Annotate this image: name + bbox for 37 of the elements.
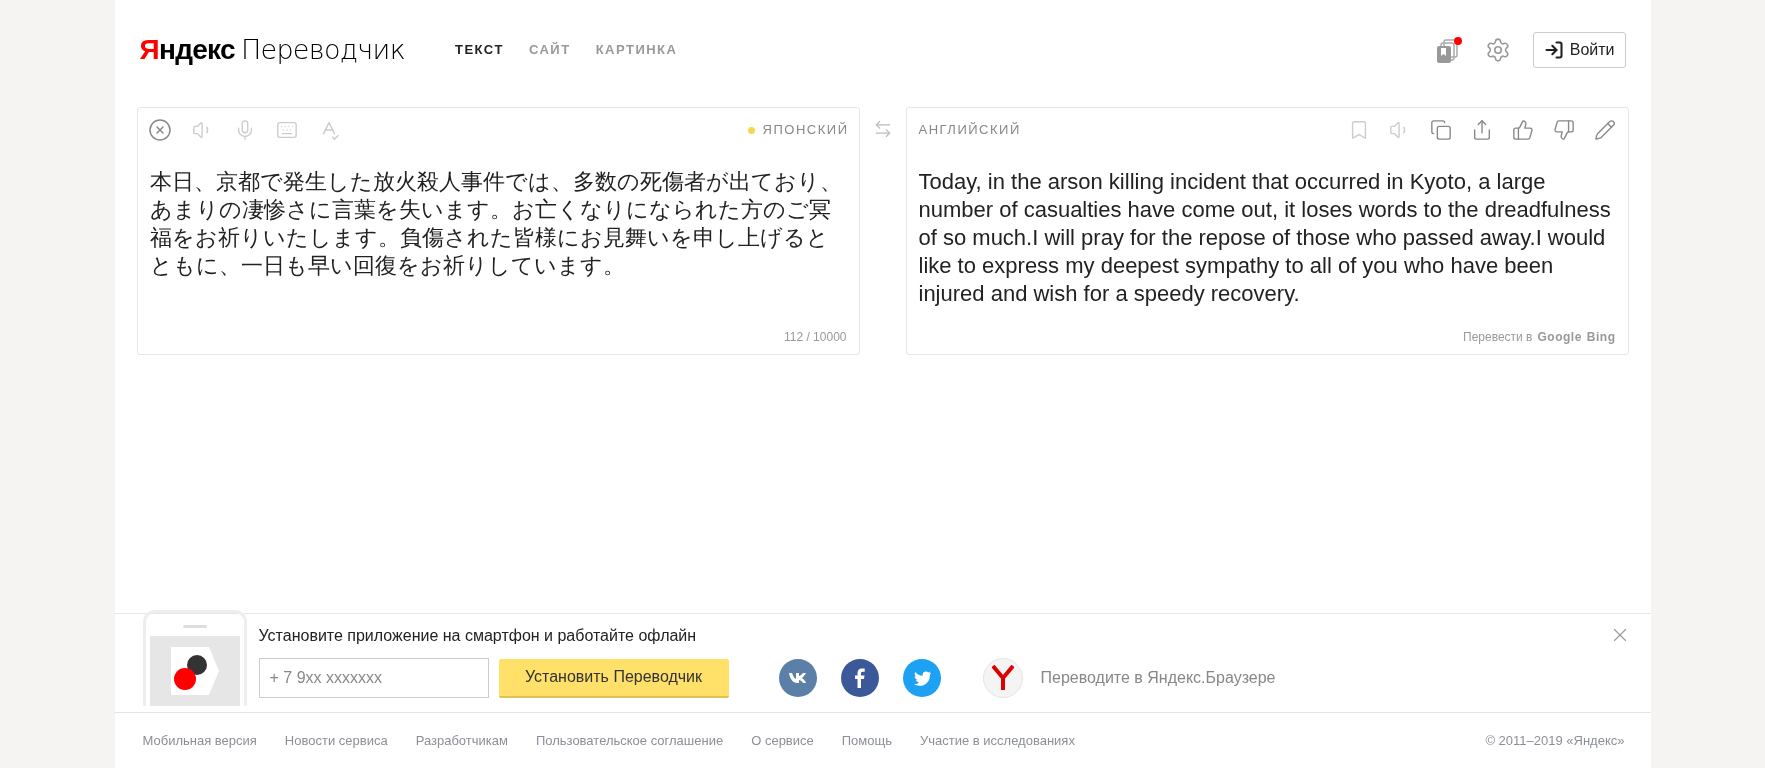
phone-input[interactable]: + 7 9xx xxxxxxx [258,658,489,698]
logo[interactable]: Яндекс Переводчик [139,35,405,64]
collections-icon[interactable] [1434,35,1463,64]
settings-icon[interactable] [1484,36,1511,63]
browser-logo-icon[interactable] [982,658,1023,698]
nav-tab[interactable]: ТЕКСТ [455,39,504,60]
translate-in-label: Перевести в [1463,329,1533,346]
facebook-icon[interactable] [840,659,879,697]
char-counter: 112 / 10000 [783,329,848,346]
footer-link[interactable]: Участие в исследованиях [920,730,1075,751]
target-language[interactable]: АНГЛИЙСКИЙ [918,120,1021,140]
footer-link[interactable]: Помощь [841,730,892,751]
footer-link[interactable]: О сервисе [751,730,814,751]
source-language[interactable]: ЯПОНСКИЙ [762,120,849,140]
nav-tab[interactable]: КАРТИНКА [595,39,678,60]
engine-link[interactable]: Google [1537,328,1582,346]
clear-icon[interactable] [147,118,172,142]
source-text[interactable]: 本日、京都で発生した放火殺人事件では、多数の死傷者が出ており、あまりの凄惨さに言葉を失います。お亡くなりになられた方のご冥福をお祈りいたします。負傷された皆様にお見舞いを申し上げるとともに、一日も早い回復をお祈りしています。 [137,152,859,280]
browser-link[interactable]: Переводите в Яндекс.Браузере [1040,666,1276,690]
install-button[interactable]: Установить Переводчик [498,658,729,698]
pencil-icon[interactable] [1593,119,1616,141]
twitter-icon[interactable] [902,659,941,697]
copy-icon[interactable] [1429,119,1452,141]
footer-link[interactable]: Новости сервиса [284,730,388,751]
vk-icon[interactable] [778,659,817,697]
thumbs-up-icon[interactable] [1511,119,1534,141]
copyright: © 2011–2019 «Яндекс» [1485,731,1625,750]
login-button[interactable]: Войти [1532,31,1626,68]
footer-link[interactable]: Разработчикам [415,730,508,751]
login-icon [1543,39,1564,60]
engine-link[interactable]: Bing [1586,328,1616,346]
footer-link[interactable]: Мобильная версия [142,730,257,751]
translation-text: Today, in the arson killing incident that occurred in Kyoto, a large number of casualties have come out, it loses words to the dreadfulness of so much.I will pray for the repose of those who passed away.I would like to express my deepest sympathy to all of you who have been injured and wish for a speedy recovery. [917,168,1612,308]
banner-title: Установите приложение на смартфон и работайте офлайн [258,626,698,646]
thumbs-down-icon[interactable] [1552,119,1575,141]
footer-link[interactable]: Пользовательское соглашение [535,730,724,751]
nav-tab[interactable]: САЙТ [528,39,571,60]
